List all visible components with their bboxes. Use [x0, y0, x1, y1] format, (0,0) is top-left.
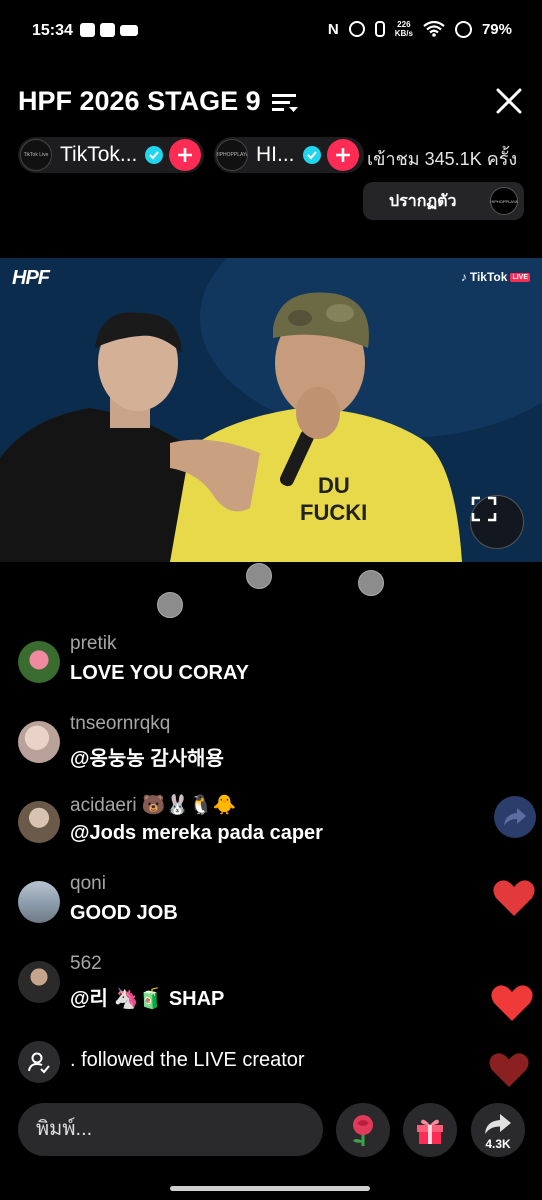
heart-icon: [493, 880, 535, 916]
comment-username[interactable]: pretik: [70, 633, 116, 655]
comment-text: LOVE YOU CORAY: [70, 662, 249, 684]
host-avatar[interactable]: TikTok Live: [20, 139, 52, 171]
page-title: HPF 2026 STAGE 9: [18, 86, 261, 116]
verified-badge-icon: [145, 146, 164, 164]
ranking-list-icon[interactable]: [271, 90, 299, 114]
follow-plus-button[interactable]: [326, 139, 359, 171]
svg-text:DU: DU: [318, 473, 350, 498]
live-video[interactable]: DU FUCKI HPF ♪ TikTok LIVE: [0, 258, 542, 562]
appear-avatar: HIPHOPPLAYA: [490, 187, 518, 215]
tiktok-note-icon: ♪: [460, 270, 467, 284]
user-avatar[interactable]: [18, 801, 60, 843]
tiktok-live-watermark: ♪ TikTok LIVE: [460, 270, 530, 284]
user-avatar[interactable]: [18, 641, 60, 683]
battery-percent: 79%: [481, 20, 512, 38]
line-icon: [80, 23, 95, 37]
nfc-icon: N: [327, 20, 339, 38]
appear-button[interactable]: ปรากฏตัว HIPHOPPLAYA: [363, 182, 524, 220]
comment-username[interactable]: 562: [70, 953, 102, 975]
comment-text: @옹눙농 감사해용: [70, 748, 224, 770]
battery-icon: [454, 20, 472, 38]
host-avatar[interactable]: HIPHOPPLAYA: [216, 139, 248, 171]
follow-plus-button[interactable]: [169, 139, 202, 171]
live-title[interactable]: HPF 2026 STAGE 9: [18, 86, 299, 117]
system-message-text: . followed the LIVE creator: [70, 1049, 305, 1071]
share-arrow-icon: [504, 808, 526, 826]
alarm-icon: [348, 21, 365, 37]
close-icon[interactable]: [494, 86, 524, 116]
gift-button[interactable]: [403, 1103, 457, 1157]
wifi-icon: [423, 21, 445, 37]
overlay-dot[interactable]: [246, 563, 272, 589]
comment-text: @Jods mereka pada caper: [70, 822, 323, 844]
video-frame: DU FUCKI: [0, 258, 542, 562]
share-arrow-icon: [485, 1114, 511, 1134]
overlay-dot[interactable]: [358, 570, 384, 596]
system-message: . followed the LIVE creator: [18, 1033, 488, 1093]
user-avatar[interactable]: [18, 961, 60, 1003]
comment-item[interactable]: acidaeri 🐻🐰🐧🐥 @Jods mereka pada caper: [18, 793, 488, 853]
user-avatar[interactable]: [18, 721, 60, 763]
verified-badge-icon: [302, 146, 321, 164]
home-indicator[interactable]: [170, 1186, 370, 1191]
comment-input[interactable]: พิมพ์...: [18, 1103, 323, 1156]
host-chip-2[interactable]: HIPHOPPLAYA HI...: [214, 137, 364, 173]
share-count: 4.3K: [485, 1137, 511, 1151]
status-time: 15:34: [32, 22, 73, 39]
comment-item[interactable]: tnseornrqkq @옹눙농 감사해용: [18, 713, 488, 773]
network-speed: 226 KB/s: [394, 20, 413, 38]
comment-text: @리 🦄🧃 SHAP: [70, 988, 225, 1010]
user-follow-icon: [18, 1041, 60, 1083]
fullscreen-icon: [471, 496, 497, 522]
shopping-bag-icon: [100, 23, 115, 37]
hpf-logo: HPF: [12, 267, 50, 289]
host-chip-1[interactable]: TikTok Live TikTok...: [18, 137, 204, 173]
comment-text: GOOD JOB: [70, 902, 178, 924]
fullscreen-button[interactable]: [470, 495, 524, 549]
appear-button-label: ปรากฏตัว: [389, 192, 457, 210]
user-avatar[interactable]: [18, 881, 60, 923]
host-name[interactable]: HI...: [256, 143, 295, 167]
heart-icon: [491, 985, 533, 1021]
gift-box-icon: [417, 1119, 443, 1144]
overlay-dot[interactable]: [157, 592, 183, 618]
rose-gift-button[interactable]: [336, 1103, 390, 1157]
video-camera-icon: [120, 25, 138, 36]
status-bar: 15:34 N 226 KB/s 79%: [0, 0, 542, 64]
live-badge: LIVE: [510, 272, 530, 282]
heart-icon: [489, 1053, 529, 1088]
comment-username[interactable]: acidaeri 🐻🐰🐧🐥: [70, 793, 236, 817]
comment-username[interactable]: qoni: [70, 873, 106, 895]
svg-text:FUCKI: FUCKI: [300, 500, 367, 525]
host-name[interactable]: TikTok...: [60, 143, 137, 167]
comment-item[interactable]: 562 @리 🦄🧃 SHAP: [18, 953, 488, 1013]
comment-item[interactable]: pretik LOVE YOU CORAY: [18, 633, 488, 693]
viewer-count[interactable]: เข้าชม 345.1K ครั้ง: [367, 144, 517, 173]
rose-icon: [353, 1115, 373, 1146]
comment-username[interactable]: tnseornrqkq: [70, 713, 170, 735]
vibrate-icon: [374, 21, 385, 37]
floating-share-button[interactable]: [494, 796, 536, 838]
comment-item[interactable]: qoni GOOD JOB: [18, 873, 488, 933]
